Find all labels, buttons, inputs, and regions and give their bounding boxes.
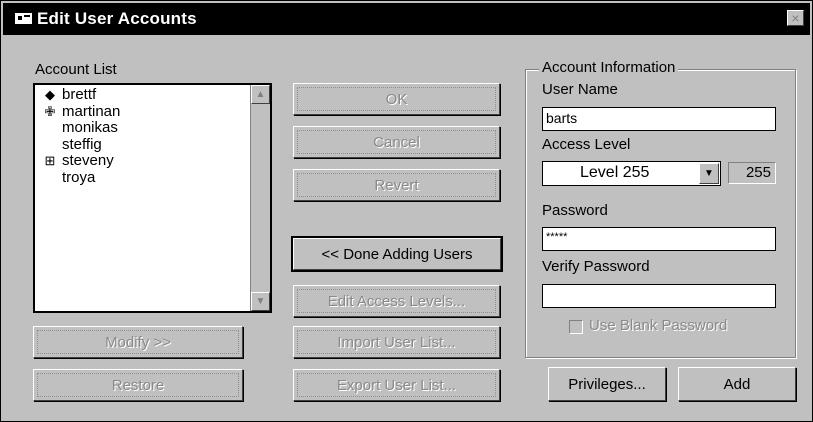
modify-label: Modify >> (105, 333, 171, 351)
restore-button[interactable]: Restore (33, 369, 243, 401)
list-item[interactable]: ◆ brettf (39, 87, 120, 104)
dropdown-button[interactable]: ▼ (699, 163, 719, 184)
cross-icon: ✙ (44, 103, 56, 119)
access-level-label: Access Level (542, 136, 631, 153)
edit-access-label: Edit Access Levels... (327, 292, 466, 310)
access-level-number: 255 (728, 162, 776, 184)
import-label: Import User List... (337, 333, 456, 351)
modify-button[interactable]: Modify >> (33, 326, 243, 358)
account-name: steveny (62, 152, 114, 169)
add-button[interactable]: Add (678, 367, 796, 401)
list-item[interactable]: ✙ martinan (39, 102, 121, 121)
access-level-value: Level 255 (580, 164, 650, 181)
diamond-icon: ◆ (45, 87, 55, 102)
restore-label: Restore (111, 376, 165, 394)
export-user-list-button[interactable]: Export User List... (293, 369, 500, 401)
chevron-down-icon: ▼ (704, 168, 714, 179)
arrow-down-icon: ▼ (255, 296, 266, 307)
done-adding-users-button[interactable]: << Done Adding Users (291, 236, 503, 272)
scroll-down-button[interactable]: ▼ (251, 292, 270, 311)
ok-button[interactable]: OK (293, 83, 500, 115)
close-button[interactable]: × (787, 10, 804, 26)
user-name-field[interactable]: barts (542, 107, 776, 131)
vertical-scrollbar[interactable]: ▲ ▼ (250, 85, 270, 311)
account-list[interactable]: ◆ brettf ✙ martinan monikas steffig ⊞ steve… (33, 83, 272, 313)
window-icon[interactable] (15, 13, 32, 24)
edit-user-accounts-window: Edit User Accounts × Account List ◆ brett… (0, 0, 813, 422)
add-label: Add (723, 375, 751, 393)
verify-password-label: Verify Password (542, 258, 650, 275)
password-label: Password (542, 202, 608, 219)
use-blank-password-checkbox[interactable] (569, 320, 583, 334)
password-field[interactable]: ***** (542, 227, 776, 251)
account-information-legend: Account Information (539, 59, 679, 76)
arrow-up-icon: ▲ (255, 89, 266, 100)
revert-button[interactable]: Revert (293, 169, 500, 201)
close-icon: × (791, 10, 800, 26)
use-blank-password-label: Use Blank Password (589, 317, 728, 334)
privileges-label: Privileges... (568, 375, 646, 393)
edit-access-levels-button[interactable]: Edit Access Levels... (293, 285, 500, 317)
account-list-label: Account List (35, 61, 117, 78)
list-item[interactable]: monikas (39, 120, 120, 137)
access-level-dropdown[interactable]: Level 255 ▼ (542, 161, 721, 186)
list-item[interactable]: ⊞ steveny (39, 153, 120, 170)
export-label: Export User List... (336, 376, 457, 394)
account-name: troya (62, 168, 96, 186)
privileges-button[interactable]: Privileges... (548, 367, 666, 401)
done-adding-label: << Done Adding Users (321, 245, 473, 263)
import-user-list-button[interactable]: Import User List... (293, 326, 500, 358)
verify-password-field[interactable] (542, 284, 776, 308)
window-title: Edit User Accounts (37, 9, 197, 28)
user-name-label: User Name (542, 81, 618, 98)
trash-icon: ⊞ (44, 153, 56, 168)
ok-label: OK (385, 90, 408, 108)
list-item[interactable]: troya (39, 168, 120, 187)
cancel-label: Cancel (373, 133, 420, 151)
account-name: martinan (62, 102, 121, 120)
account-name: brettf (62, 86, 97, 103)
account-name: monikas (62, 119, 118, 136)
cancel-button[interactable]: Cancel (293, 126, 500, 158)
account-name: steffig (62, 135, 102, 153)
revert-label: Revert (374, 176, 419, 194)
scroll-up-button[interactable]: ▲ (251, 85, 270, 104)
list-item[interactable]: steffig (39, 135, 120, 154)
title-bar[interactable]: Edit User Accounts × (3, 3, 810, 35)
